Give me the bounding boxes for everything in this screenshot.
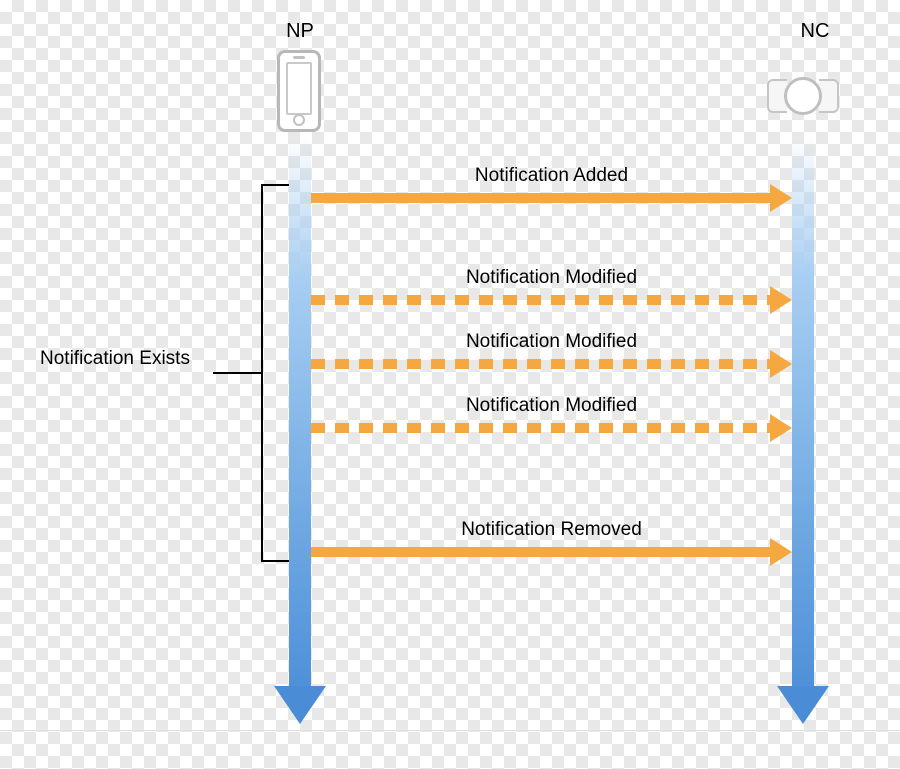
msg-mod3 bbox=[311, 423, 792, 433]
msg-mod3-label: Notification Modified bbox=[311, 395, 792, 417]
watch-icon bbox=[767, 74, 839, 118]
msg-added bbox=[311, 193, 792, 203]
msg-mod2-label: Notification Modified bbox=[311, 331, 792, 353]
divider bbox=[0, 730, 900, 731]
bracket bbox=[261, 184, 289, 562]
lifeline-nc bbox=[792, 136, 814, 724]
sequence-diagram: NP NC Notification Exists Notification A… bbox=[0, 0, 900, 731]
msg-removed bbox=[311, 547, 792, 557]
actor-np-label: NP bbox=[270, 20, 330, 43]
msg-mod2 bbox=[311, 359, 792, 369]
lifeline-np bbox=[289, 136, 311, 724]
bracket-label: Notification Exists bbox=[40, 348, 190, 370]
phone-icon bbox=[277, 50, 321, 132]
msg-mod1 bbox=[311, 295, 792, 305]
msg-removed-label: Notification Removed bbox=[311, 519, 792, 541]
msg-added-label: Notification Added bbox=[311, 165, 792, 187]
msg-mod1-label: Notification Modified bbox=[311, 267, 792, 289]
actor-nc-label: NC bbox=[785, 20, 845, 43]
